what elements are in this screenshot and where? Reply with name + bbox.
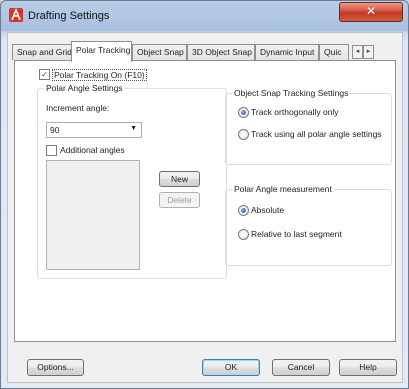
additional-angles-checkbox[interactable] <box>46 145 57 156</box>
close-icon: ✕ <box>365 4 377 18</box>
relative-to-last-segment-label: Relative to last segment <box>251 229 342 239</box>
polar-angle-measurement-title: Polar Angle measurement <box>232 184 334 194</box>
increment-angle-label: Increment angle: <box>46 103 110 113</box>
chevron-down-icon: ▼ <box>130 125 137 132</box>
close-button[interactable]: ✕ <box>339 2 403 22</box>
tab-strip: Snap and Grid Polar Tracking Object Snap… <box>8 41 402 62</box>
title-bar[interactable]: Drafting Settings ✕ <box>1 1 408 31</box>
absolute-label: Absolute <box>251 205 285 215</box>
track-all-polar-radio[interactable] <box>238 129 249 140</box>
options-button[interactable]: Options... <box>27 359 84 376</box>
increment-angle-select[interactable]: 90 ▼ <box>46 122 142 138</box>
increment-angle-value: 90 <box>50 125 60 135</box>
polar-angle-measurement-group: Polar Angle measurement Absolute Relativ… <box>225 184 392 266</box>
window-title: Drafting Settings <box>28 10 110 22</box>
object-snap-tracking-group: Object Snap Tracking Settings Track orth… <box>225 88 392 165</box>
tab-polar-tracking[interactable]: Polar Tracking <box>71 41 132 62</box>
track-orthogonally-radio[interactable] <box>238 107 249 118</box>
additional-angles-list[interactable] <box>46 160 140 270</box>
tab-3d-object-snap[interactable]: 3D Object Snap <box>187 44 255 60</box>
tab-label: 3D Object Snap <box>192 47 253 57</box>
absolute-radio[interactable] <box>238 205 249 216</box>
tab-quick-properties[interactable]: Quic <box>319 44 349 60</box>
tab-snap-and-grid[interactable]: Snap and Grid <box>12 44 72 60</box>
polar-tracking-on-checkbox[interactable]: ✓ <box>39 69 50 80</box>
tab-scroll-right-icon[interactable]: ▸ <box>363 45 374 59</box>
polar-angle-settings-title: Polar Angle Settings <box>44 83 125 93</box>
tab-scroll-left-icon[interactable]: ◂ <box>352 45 363 59</box>
autocad-app-icon <box>9 8 23 22</box>
new-angle-button[interactable]: New <box>159 171 200 187</box>
drafting-settings-window: Drafting Settings ✕ Snap and Grid Polar … <box>0 0 409 389</box>
cancel-button[interactable]: Cancel <box>272 359 330 376</box>
tab-label: Dynamic Input <box>260 47 315 57</box>
tab-label: Snap and Grid <box>17 47 72 57</box>
tab-label: Polar Tracking <box>76 45 131 55</box>
tab-object-snap[interactable]: Object Snap <box>132 44 187 60</box>
delete-angle-button[interactable]: Delete <box>159 192 200 208</box>
object-snap-tracking-title: Object Snap Tracking Settings <box>232 88 351 98</box>
tab-label: Object Snap <box>137 47 184 57</box>
track-orthogonally-label: Track orthogonally only <box>251 107 339 117</box>
relative-to-last-segment-radio[interactable] <box>238 229 249 240</box>
polar-tracking-on-label[interactable]: Polar Tracking On (F10) <box>52 69 147 81</box>
tab-dynamic-input[interactable]: Dynamic Input <box>255 44 319 60</box>
dialog-body: Snap and Grid Polar Tracking Object Snap… <box>7 32 403 383</box>
additional-angles-label: Additional angles <box>60 145 125 155</box>
tab-label: Quic <box>324 47 342 57</box>
track-all-polar-label: Track using all polar angle settings <box>251 129 382 139</box>
polar-tracking-page: ✓ Polar Tracking On (F10) Polar Angle Se… <box>14 60 396 342</box>
ok-button[interactable]: OK <box>202 359 260 376</box>
polar-angle-settings-group: Polar Angle Settings Increment angle: 90… <box>37 83 227 279</box>
help-button[interactable]: Help <box>339 359 397 376</box>
